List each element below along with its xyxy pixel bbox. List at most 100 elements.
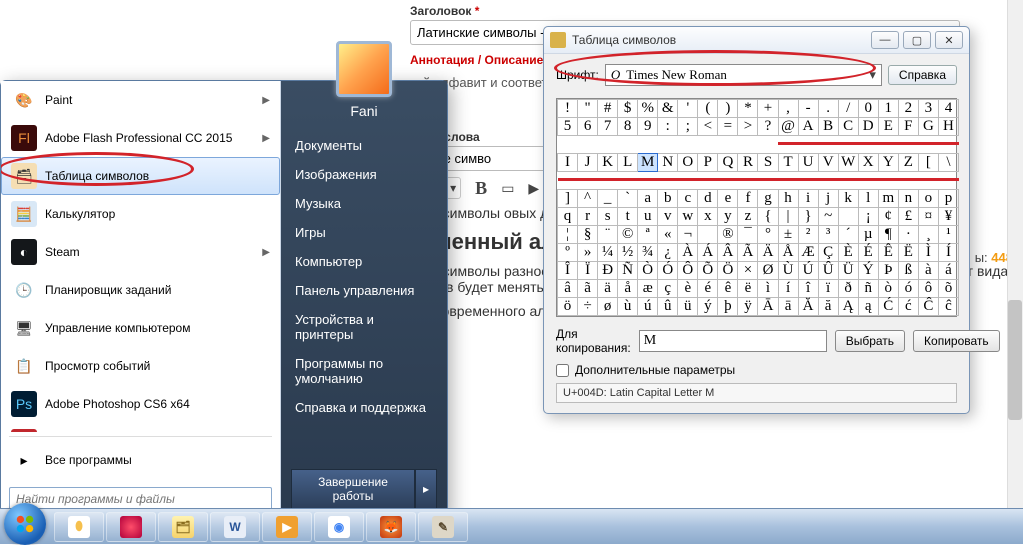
char-cell[interactable]: N — [658, 154, 678, 172]
char-cell[interactable]: ú — [638, 298, 658, 316]
help-button[interactable]: Справка — [888, 65, 957, 85]
start-right-справка-и-поддержка[interactable]: Справка и поддержка — [281, 393, 447, 422]
char-cell[interactable]: Ê — [878, 244, 898, 262]
youtube-icon[interactable]: ▶ — [528, 180, 539, 197]
select-button[interactable]: Выбрать — [835, 330, 905, 352]
char-cell[interactable]: ü — [678, 298, 698, 316]
char-cell[interactable]: ¯ — [738, 226, 758, 244]
char-cell[interactable]: § — [578, 226, 598, 244]
video-icon[interactable]: ▭ — [501, 180, 514, 197]
char-cell[interactable]: ¶ — [878, 226, 898, 244]
start-item-steam[interactable]: ◐Steam▶ — [1, 233, 280, 271]
char-cell[interactable]: ÷ — [578, 298, 598, 316]
char-cell[interactable]: 0 — [858, 100, 878, 118]
char-cell[interactable]: ì — [758, 280, 778, 298]
char-cell[interactable]: ó — [898, 280, 918, 298]
char-cell[interactable]: % — [638, 100, 658, 118]
char-cell[interactable]: W — [838, 154, 858, 172]
char-cell[interactable]: ā — [778, 298, 798, 316]
char-cell[interactable]: c — [678, 190, 698, 208]
start-button[interactable] — [4, 503, 46, 545]
shutdown-options[interactable]: ▸ — [415, 469, 437, 509]
char-cell[interactable]: x — [698, 208, 718, 226]
char-cell[interactable]: V — [818, 154, 838, 172]
char-cell[interactable]: k — [838, 190, 858, 208]
char-cell[interactable]: Û — [818, 262, 838, 280]
taskbar-media[interactable]: ▶ — [262, 512, 312, 542]
char-cell[interactable]: < — [698, 118, 718, 136]
char-cell[interactable]: ª — [638, 226, 658, 244]
char-cell[interactable]: æ — [638, 280, 658, 298]
char-cell[interactable]: E — [878, 118, 898, 136]
char-cell[interactable]: 5 — [558, 118, 578, 136]
charmap-titlebar[interactable]: Таблица символов — ▢ ✕ — [544, 27, 969, 54]
start-item-adobe-photoshop-cs6-x64[interactable]: PsAdobe Photoshop CS6 x64 — [1, 385, 280, 423]
char-cell[interactable]: ^ — [578, 190, 598, 208]
char-cell[interactable]: Í — [938, 244, 958, 262]
start-item-adobe-flash-professional-cc-2015[interactable]: FlAdobe Flash Professional CC 2015▶ — [1, 119, 280, 157]
char-cell[interactable]: Ą — [838, 298, 858, 316]
char-cell[interactable]: í — [778, 280, 798, 298]
char-cell[interactable]: ą — [858, 298, 878, 316]
char-cell[interactable]: " — [578, 100, 598, 118]
char-cell[interactable]: É — [858, 244, 878, 262]
char-cell[interactable]: { — [758, 208, 778, 226]
char-cell[interactable]: : — [658, 118, 678, 136]
char-cell[interactable]: Ù — [778, 262, 798, 280]
char-cell[interactable]: B — [818, 118, 838, 136]
char-cell[interactable]: « — [658, 226, 678, 244]
char-cell[interactable]: C — [838, 118, 858, 136]
char-cell[interactable]: µ — [858, 226, 878, 244]
char-cell[interactable]: á — [938, 262, 958, 280]
char-cell[interactable]: » — [578, 244, 598, 262]
char-cell[interactable]: ¢ — [878, 208, 898, 226]
char-cell[interactable]: 7 — [598, 118, 618, 136]
char-cell[interactable]: ¤ — [918, 208, 938, 226]
char-cell[interactable]: Ã — [738, 244, 758, 262]
char-cell[interactable]: h — [778, 190, 798, 208]
char-cell[interactable]: 8 — [618, 118, 638, 136]
char-cell[interactable]: Ā — [758, 298, 778, 316]
char-cell[interactable]: Ü — [838, 262, 858, 280]
char-cell[interactable]: ă — [818, 298, 838, 316]
char-cell[interactable]: Á — [698, 244, 718, 262]
char-cell[interactable]: ; — [678, 118, 698, 136]
char-cell[interactable]: £ — [898, 208, 918, 226]
char-cell[interactable]: þ — [718, 298, 738, 316]
bold-icon[interactable]: B — [475, 178, 487, 199]
char-cell[interactable]: õ — [938, 280, 958, 298]
char-cell[interactable]: ¥ — [938, 208, 958, 226]
char-cell[interactable]: © — [618, 226, 638, 244]
char-cell[interactable]: 6 — [578, 118, 598, 136]
start-item-управление-компьютером[interactable]: 🖥Управление компьютером — [1, 309, 280, 347]
char-cell[interactable]: ´ — [838, 226, 858, 244]
char-cell[interactable]: / — [838, 100, 858, 118]
char-cell[interactable]: ° — [758, 226, 778, 244]
minimize-button[interactable]: — — [871, 31, 899, 49]
char-cell[interactable]: Ð — [598, 262, 618, 280]
char-cell[interactable]: ê — [718, 280, 738, 298]
char-cell[interactable]: q — [558, 208, 578, 226]
char-cell[interactable]: ¹ — [938, 226, 958, 244]
start-right-изображения[interactable]: Изображения — [281, 160, 447, 189]
close-button[interactable]: ✕ — [935, 31, 963, 49]
char-cell[interactable]: ĉ — [938, 298, 958, 316]
char-cell[interactable]: ) — [718, 100, 738, 118]
char-cell[interactable]: + — [758, 100, 778, 118]
char-cell[interactable]: Æ — [798, 244, 818, 262]
char-cell[interactable]: ¿ — [658, 244, 678, 262]
char-cell[interactable]: ½ — [618, 244, 638, 262]
char-cell[interactable]: K — [598, 154, 618, 172]
start-right-документы[interactable]: Документы — [281, 131, 447, 160]
char-cell[interactable]: & — [658, 100, 678, 118]
char-cell[interactable]: Ĉ — [918, 298, 938, 316]
char-cell[interactable]: Ï — [578, 262, 598, 280]
page-scrollbar[interactable] — [1007, 0, 1023, 508]
char-cell[interactable]: a — [638, 190, 658, 208]
char-cell[interactable]: Ñ — [618, 262, 638, 280]
char-cell[interactable]: â — [558, 280, 578, 298]
char-cell[interactable]: ô — [918, 280, 938, 298]
start-item-калькулятор[interactable]: 🧮Калькулятор — [1, 195, 280, 233]
char-cell[interactable]: z — [738, 208, 758, 226]
char-cell[interactable]: ± — [778, 226, 798, 244]
